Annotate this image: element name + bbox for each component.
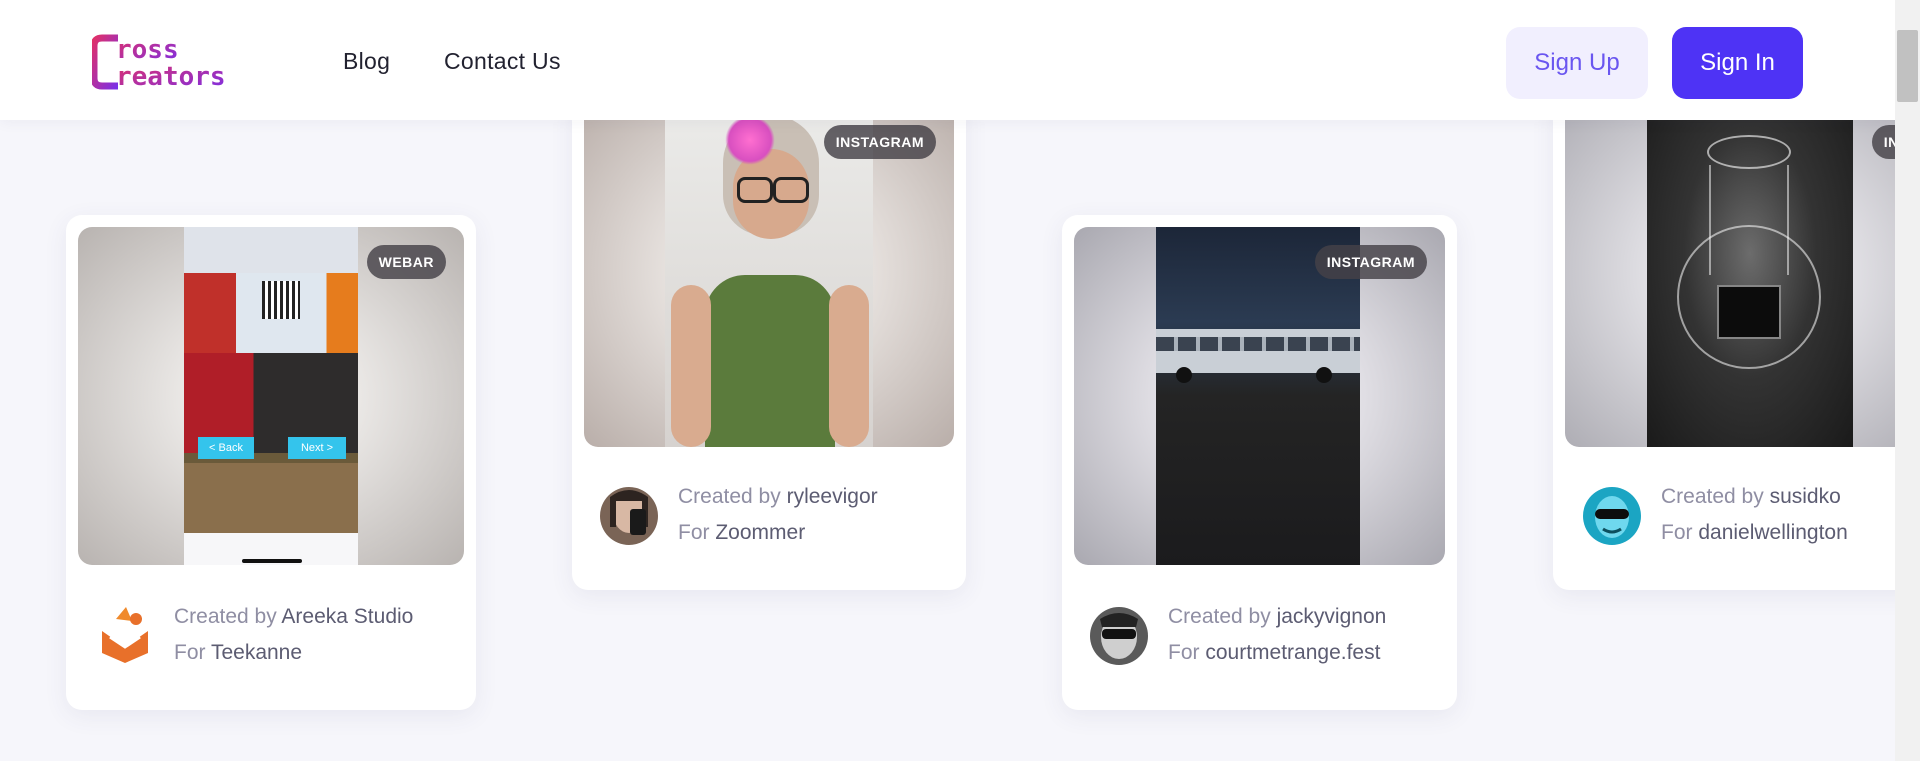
creator-avatar[interactable] bbox=[600, 487, 658, 545]
for-label: For bbox=[1168, 641, 1200, 664]
brand-name[interactable]: Zoommer bbox=[715, 521, 805, 544]
logo-text-bottom: reators bbox=[116, 62, 226, 90]
logo-text-top: ross bbox=[116, 35, 179, 65]
creator-avatar[interactable] bbox=[1090, 607, 1148, 665]
nav-link-blog[interactable]: Blog bbox=[343, 48, 390, 75]
effect-preview[interactable]: < Back Next > WEBAR bbox=[78, 227, 464, 565]
nav-link-contact[interactable]: Contact Us bbox=[444, 48, 561, 75]
creator-avatar[interactable] bbox=[96, 607, 154, 665]
creator-name[interactable]: Areeka Studio bbox=[281, 605, 413, 628]
showcase-card[interactable]: INSTAGRAM Created by jackyvignon For cou… bbox=[1062, 215, 1457, 710]
creator-avatar[interactable] bbox=[1583, 487, 1641, 545]
brand-name[interactable]: courtmetrange.fest bbox=[1205, 641, 1380, 664]
creator-name[interactable]: ryleevigor bbox=[787, 485, 878, 508]
effect-preview[interactable]: INSTAGRAM bbox=[584, 95, 954, 447]
created-by-label: Created by bbox=[678, 485, 781, 508]
webar-next-button: Next > bbox=[288, 437, 346, 459]
showcase-card[interactable]: < Back Next > WEBAR Created by Areeka St… bbox=[66, 215, 476, 710]
card-meta: Created by jackyvignon For courtmetrange… bbox=[1168, 599, 1386, 671]
crosscreators-logo[interactable]: ross reators bbox=[92, 34, 262, 90]
brand-name[interactable]: danielwellington bbox=[1698, 521, 1847, 544]
top-navbar: ross reators Blog Contact Us Sign Up Sig… bbox=[0, 0, 1895, 120]
card-meta: Created by ryleevigor For Zoommer bbox=[678, 479, 878, 551]
for-label: For bbox=[678, 521, 710, 544]
platform-badge: INSTAGRAM bbox=[823, 125, 936, 159]
card-meta: Created by susidko For danielwellington bbox=[1661, 479, 1848, 551]
webar-back-button: < Back bbox=[198, 437, 254, 459]
sign-in-button[interactable]: Sign In bbox=[1672, 27, 1803, 99]
platform-badge: INSTAGRAM bbox=[1314, 245, 1427, 279]
effect-preview[interactable]: INSTAGRAM bbox=[1074, 227, 1445, 565]
page-scrollbar[interactable] bbox=[1895, 0, 1920, 761]
for-label: For bbox=[174, 641, 206, 664]
creator-name[interactable]: susidko bbox=[1770, 485, 1841, 508]
platform-badge: WEBAR bbox=[366, 245, 446, 279]
brand-name[interactable]: Teekanne bbox=[211, 641, 302, 664]
scrollbar-thumb[interactable] bbox=[1897, 30, 1918, 102]
showcase-card[interactable]: INSTAGRAM Created by ryleevigor For Zoom… bbox=[572, 95, 966, 590]
creator-name[interactable]: jackyvignon bbox=[1277, 605, 1387, 628]
card-meta: Created by Areeka Studio For Teekanne bbox=[174, 599, 413, 671]
showcase-card[interactable]: INSTAGRAM Created by susidko For danielw… bbox=[1553, 95, 1920, 590]
created-by-label: Created by bbox=[1661, 485, 1764, 508]
created-by-label: Created by bbox=[174, 605, 277, 628]
sign-up-button[interactable]: Sign Up bbox=[1506, 27, 1648, 99]
for-label: For bbox=[1661, 521, 1693, 544]
effect-preview[interactable]: INSTAGRAM bbox=[1565, 95, 1920, 447]
created-by-label: Created by bbox=[1168, 605, 1271, 628]
